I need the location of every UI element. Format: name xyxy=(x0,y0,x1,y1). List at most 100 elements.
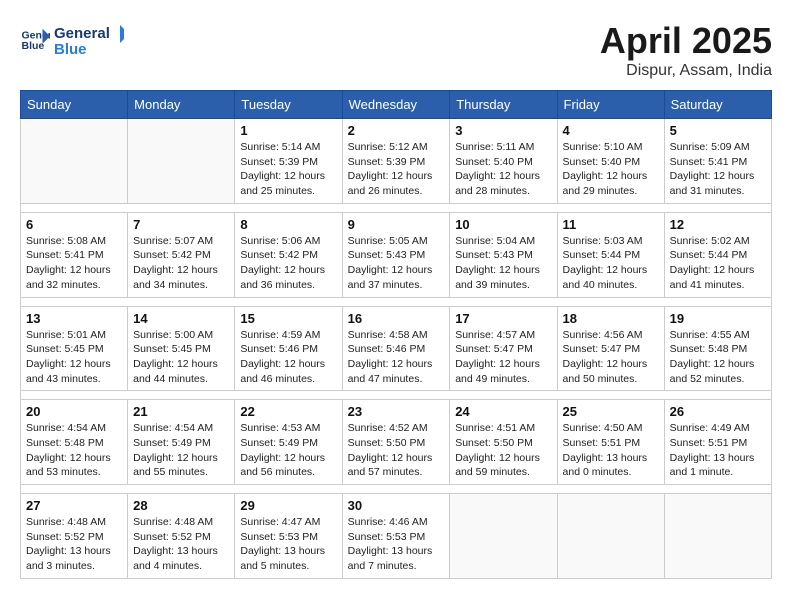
day-info: Sunrise: 4:47 AM Sunset: 5:53 PM Dayligh… xyxy=(240,515,336,574)
day-info: Sunrise: 5:05 AM Sunset: 5:43 PM Dayligh… xyxy=(348,234,445,293)
week-row-1: 6Sunrise: 5:08 AM Sunset: 5:41 PM Daylig… xyxy=(21,212,772,297)
location: Dispur, Assam, India xyxy=(600,62,772,80)
day-number: 11 xyxy=(563,217,659,232)
day-info: Sunrise: 5:06 AM Sunset: 5:42 PM Dayligh… xyxy=(240,234,336,293)
calendar-cell: 16Sunrise: 4:58 AM Sunset: 5:46 PM Dayli… xyxy=(342,306,450,391)
calendar-cell: 27Sunrise: 4:48 AM Sunset: 5:52 PM Dayli… xyxy=(21,494,128,579)
day-number: 26 xyxy=(670,404,766,419)
calendar-table: Sunday Monday Tuesday Wednesday Thursday… xyxy=(20,90,772,579)
day-number: 7 xyxy=(133,217,229,232)
calendar-cell: 28 Sunrise: 4:48 AM Sunset: 5:52 PM Dayli… xyxy=(128,494,235,579)
week-separator xyxy=(21,391,772,400)
day-number: 24 xyxy=(455,404,551,419)
day-info: Sunrise: 4:52 AM Sunset: 5:50 PM Dayligh… xyxy=(348,421,445,480)
calendar-cell: 18Sunrise: 4:56 AM Sunset: 5:47 PM Dayli… xyxy=(557,306,664,391)
day-number: 20 xyxy=(26,404,122,419)
day-info: Sunrise: 4:59 AM Sunset: 5:46 PM Dayligh… xyxy=(240,328,336,387)
week-separator xyxy=(21,297,772,306)
day-info: Sunrise: 5:03 AM Sunset: 5:44 PM Dayligh… xyxy=(563,234,659,293)
week-row-2: 13 Sunrise: 5:01 AM Sunset: 5:45 PM Dayli… xyxy=(21,306,772,391)
day-info: Sunrise: 5:04 AM Sunset: 5:43 PM Dayligh… xyxy=(455,234,551,293)
day-info: Sunrise: 4:53 AM Sunset: 5:49 PM Dayligh… xyxy=(240,421,336,480)
calendar-cell: 21 Sunrise: 4:54 AM Sunset: 5:49 PM Dayli… xyxy=(128,400,235,485)
calendar-cell xyxy=(557,494,664,579)
day-info: Sunrise: 4:54 AM Sunset: 5:48 PM Dayligh… xyxy=(26,421,122,480)
calendar-cell: 26 Sunrise: 4:49 AM Sunset: 5:51 PM Dayli… xyxy=(664,400,771,485)
calendar-cell: 7 Sunrise: 5:07 AM Sunset: 5:42 PM Daylig… xyxy=(128,212,235,297)
header-saturday: Saturday xyxy=(664,91,771,119)
calendar-cell: 14 Sunrise: 5:00 AM Sunset: 5:45 PM Dayli… xyxy=(128,306,235,391)
day-info: Sunrise: 5:08 AM Sunset: 5:41 PM Dayligh… xyxy=(26,234,122,293)
calendar-cell: 3Sunrise: 5:11 AM Sunset: 5:40 PM Daylig… xyxy=(450,119,557,204)
day-number: 10 xyxy=(455,217,551,232)
calendar-cell: 13 Sunrise: 5:01 AM Sunset: 5:45 PM Dayli… xyxy=(21,306,128,391)
day-info: Sunrise: 4:50 AM Sunset: 5:51 PM Dayligh… xyxy=(563,421,659,480)
day-number: 15 xyxy=(240,311,336,326)
day-number: 2 xyxy=(348,123,445,138)
day-number: 17 xyxy=(455,311,551,326)
day-number: 1 xyxy=(240,123,336,138)
day-info: Sunrise: 4:55 AM Sunset: 5:48 PM Dayligh… xyxy=(670,328,766,387)
day-info: Sunrise: 5:10 AM Sunset: 5:40 PM Dayligh… xyxy=(563,140,659,199)
header-tuesday: Tuesday xyxy=(235,91,342,119)
day-info: Sunrise: 5:02 AM Sunset: 5:44 PM Dayligh… xyxy=(670,234,766,293)
calendar-cell: 24Sunrise: 4:51 AM Sunset: 5:50 PM Dayli… xyxy=(450,400,557,485)
calendar-cell: 22 Sunrise: 4:53 AM Sunset: 5:49 PM Dayli… xyxy=(235,400,342,485)
calendar-cell: 23 Sunrise: 4:52 AM Sunset: 5:50 PM Dayli… xyxy=(342,400,450,485)
day-info: Sunrise: 5:12 AM Sunset: 5:39 PM Dayligh… xyxy=(348,140,445,199)
logo-icon: General Blue xyxy=(20,25,50,55)
calendar-cell: 4Sunrise: 5:10 AM Sunset: 5:40 PM Daylig… xyxy=(557,119,664,204)
week-row-4: 27Sunrise: 4:48 AM Sunset: 5:52 PM Dayli… xyxy=(21,494,772,579)
calendar-cell: 17Sunrise: 4:57 AM Sunset: 5:47 PM Dayli… xyxy=(450,306,557,391)
svg-text:Blue: Blue xyxy=(22,40,45,52)
week-separator xyxy=(21,203,772,212)
calendar-cell: 5 Sunrise: 5:09 AM Sunset: 5:41 PM Daylig… xyxy=(664,119,771,204)
week-row-0: 1 Sunrise: 5:14 AM Sunset: 5:39 PM Daylig… xyxy=(21,119,772,204)
day-info: Sunrise: 4:48 AM Sunset: 5:52 PM Dayligh… xyxy=(133,515,229,574)
logo: General Blue General Blue xyxy=(20,20,124,60)
day-number: 23 xyxy=(348,404,445,419)
day-number: 14 xyxy=(133,311,229,326)
day-number: 5 xyxy=(670,123,766,138)
day-number: 19 xyxy=(670,311,766,326)
header-thursday: Thursday xyxy=(450,91,557,119)
day-info: Sunrise: 5:01 AM Sunset: 5:45 PM Dayligh… xyxy=(26,328,122,387)
calendar-cell: 11 Sunrise: 5:03 AM Sunset: 5:44 PM Dayli… xyxy=(557,212,664,297)
day-number: 28 xyxy=(133,498,229,513)
day-number: 30 xyxy=(348,498,445,513)
day-info: Sunrise: 5:14 AM Sunset: 5:39 PM Dayligh… xyxy=(240,140,336,199)
day-info: Sunrise: 5:07 AM Sunset: 5:42 PM Dayligh… xyxy=(133,234,229,293)
header-monday: Monday xyxy=(128,91,235,119)
day-info: Sunrise: 4:49 AM Sunset: 5:51 PM Dayligh… xyxy=(670,421,766,480)
day-info: Sunrise: 4:46 AM Sunset: 5:53 PM Dayligh… xyxy=(348,515,445,574)
calendar-cell: 12 Sunrise: 5:02 AM Sunset: 5:44 PM Dayli… xyxy=(664,212,771,297)
calendar-cell: 19 Sunrise: 4:55 AM Sunset: 5:48 PM Dayli… xyxy=(664,306,771,391)
calendar-cell: 25 Sunrise: 4:50 AM Sunset: 5:51 PM Dayli… xyxy=(557,400,664,485)
day-number: 12 xyxy=(670,217,766,232)
day-number: 16 xyxy=(348,311,445,326)
day-number: 13 xyxy=(26,311,122,326)
calendar-cell xyxy=(128,119,235,204)
header-friday: Friday xyxy=(557,91,664,119)
header-wednesday: Wednesday xyxy=(342,91,450,119)
logo-svg: General Blue xyxy=(54,20,124,60)
svg-text:Blue: Blue xyxy=(54,41,87,58)
day-number: 29 xyxy=(240,498,336,513)
svg-text:General: General xyxy=(54,25,110,42)
month-title: April 2025 xyxy=(600,20,772,62)
day-number: 25 xyxy=(563,404,659,419)
page-header: General Blue General Blue April 2025 Dis… xyxy=(20,20,772,80)
day-info: Sunrise: 5:09 AM Sunset: 5:41 PM Dayligh… xyxy=(670,140,766,199)
day-number: 22 xyxy=(240,404,336,419)
day-info: Sunrise: 5:00 AM Sunset: 5:45 PM Dayligh… xyxy=(133,328,229,387)
day-info: Sunrise: 4:48 AM Sunset: 5:52 PM Dayligh… xyxy=(26,515,122,574)
calendar-cell: 2 Sunrise: 5:12 AM Sunset: 5:39 PM Daylig… xyxy=(342,119,450,204)
week-row-3: 20 Sunrise: 4:54 AM Sunset: 5:48 PM Dayli… xyxy=(21,400,772,485)
day-info: Sunrise: 4:54 AM Sunset: 5:49 PM Dayligh… xyxy=(133,421,229,480)
day-number: 21 xyxy=(133,404,229,419)
calendar-cell: 1 Sunrise: 5:14 AM Sunset: 5:39 PM Daylig… xyxy=(235,119,342,204)
calendar-cell: 10 Sunrise: 5:04 AM Sunset: 5:43 PM Dayli… xyxy=(450,212,557,297)
title-area: April 2025 Dispur, Assam, India xyxy=(600,20,772,80)
calendar-cell: 20 Sunrise: 4:54 AM Sunset: 5:48 PM Dayli… xyxy=(21,400,128,485)
calendar-cell xyxy=(450,494,557,579)
